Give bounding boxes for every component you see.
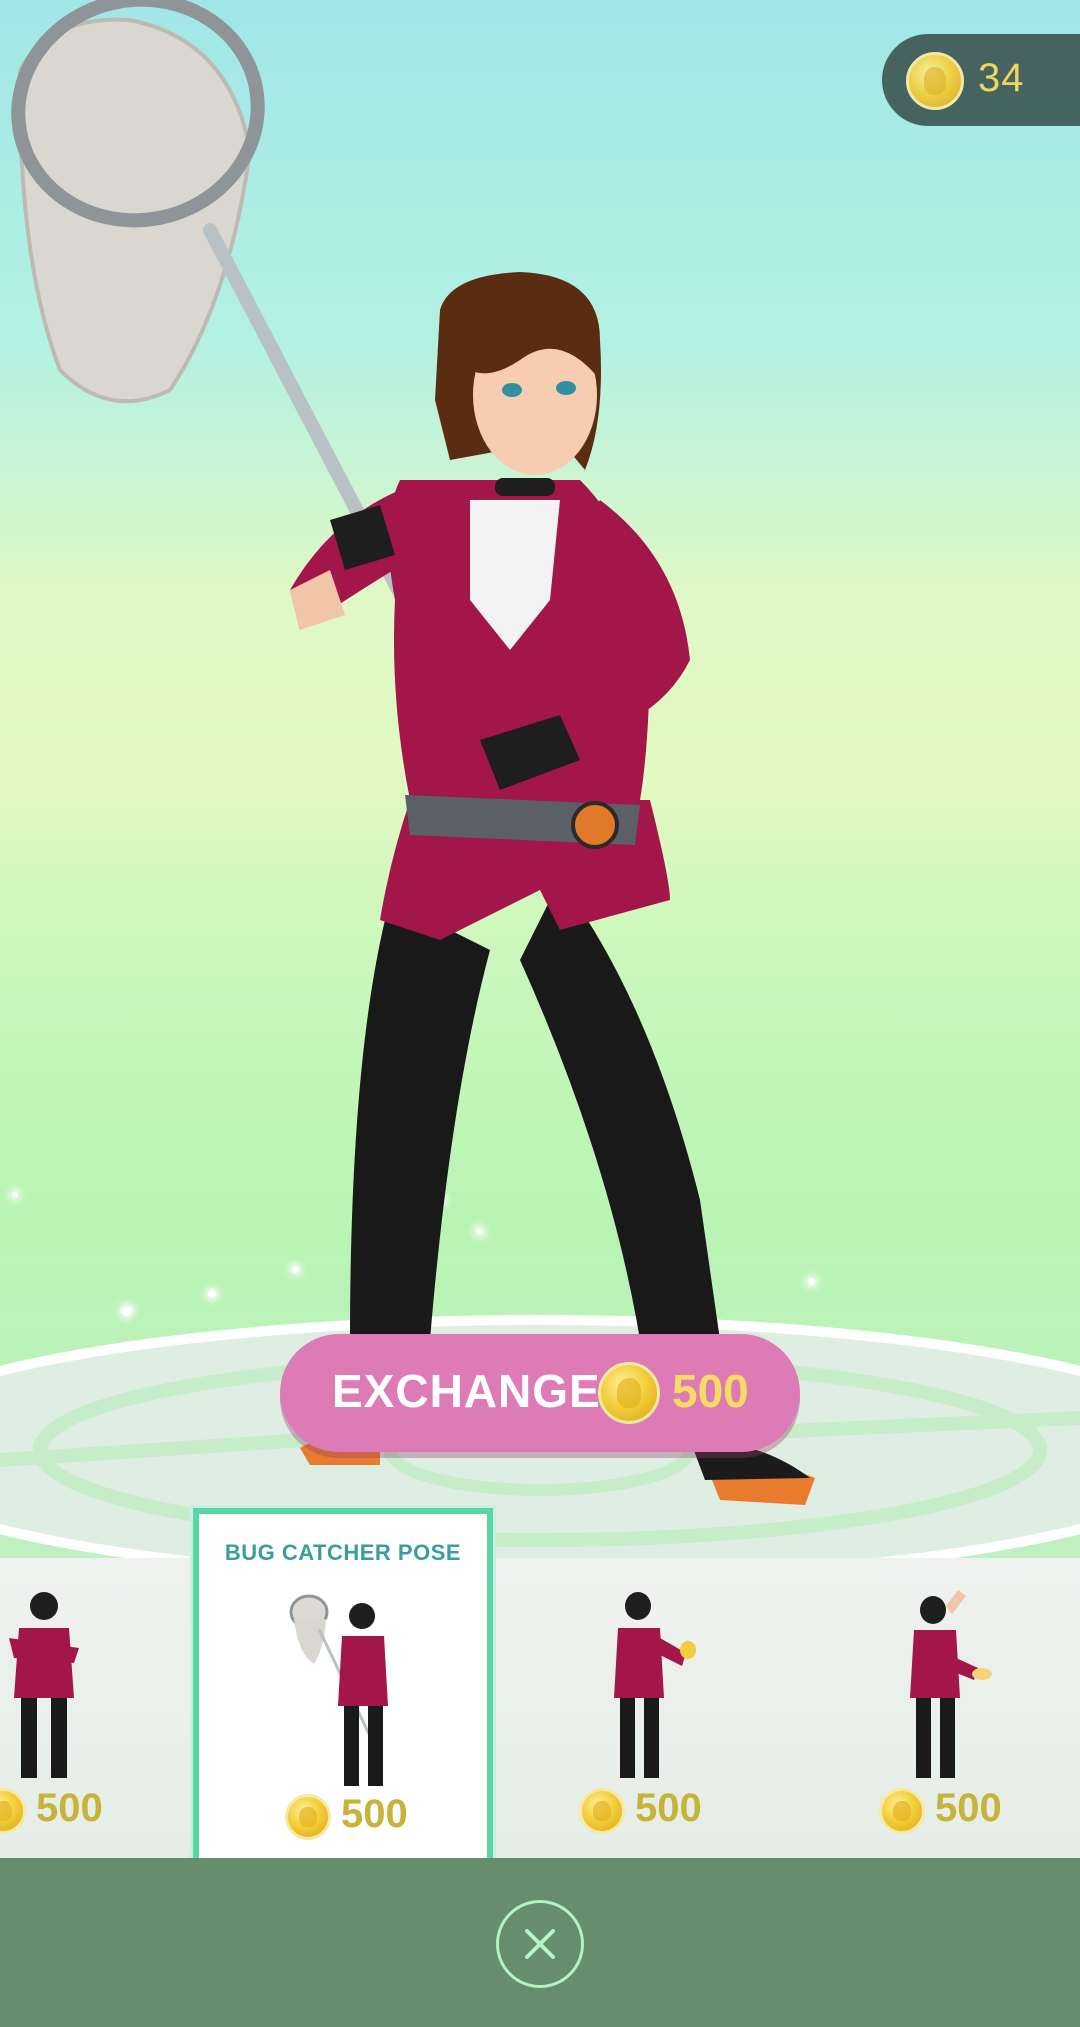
pose-title: BUG CATCHER POSE: [224, 1540, 462, 1565]
pose-thumbnail: [910, 1590, 992, 1778]
coin-balance-amount: 34: [978, 56, 1025, 100]
pose-item[interactable]: 500: [793, 1508, 1080, 1872]
close-icon: [525, 1929, 555, 1959]
exchange-label: EXCHANGE: [332, 1365, 601, 1417]
pose-thumbnail: [289, 1594, 388, 1786]
pokecoin-icon: [0, 1788, 26, 1834]
pose-thumbnail: [9, 1592, 79, 1778]
close-button[interactable]: [496, 1900, 584, 1988]
pokecoin-icon: [879, 1788, 925, 1834]
pose-price: 500: [341, 1792, 408, 1836]
pokecoin-icon: [579, 1788, 625, 1834]
coin-balance: 34: [882, 34, 1080, 126]
pokecoin-icon: [598, 1362, 660, 1424]
pose-price: 500: [635, 1786, 702, 1830]
avatar-preview-scene: [0, 0, 1080, 1560]
pose-price: 500: [935, 1786, 1002, 1830]
pose-item[interactable]: 500: [0, 1508, 194, 1872]
trainer-avatar: [11, 0, 815, 1505]
pokecoin-icon: [285, 1794, 331, 1840]
pose-item-bug-catcher[interactable]: BUG CATCHER POSE 500: [193, 1508, 493, 1872]
pose-thumbnail: [614, 1592, 696, 1778]
pose-item[interactable]: 500: [493, 1508, 793, 1872]
pokecoin-icon: [906, 52, 964, 110]
exchange-price: 500: [672, 1365, 749, 1417]
pose-price: 500: [36, 1786, 103, 1830]
exchange-button[interactable]: EXCHANGE 500: [280, 1334, 800, 1452]
